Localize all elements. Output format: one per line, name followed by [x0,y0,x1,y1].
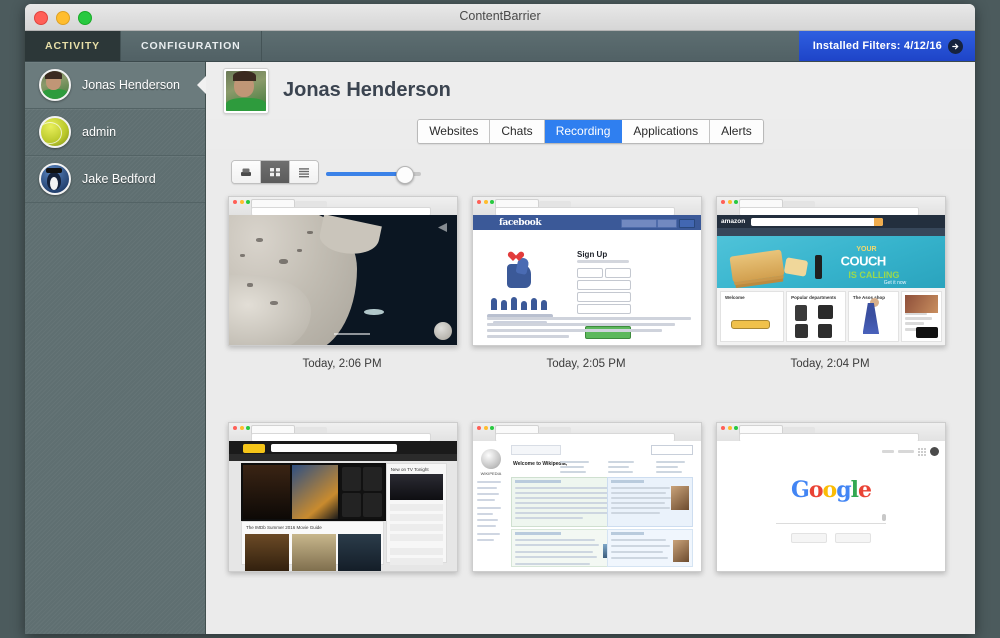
recording-item[interactable]: amazon YOUR COUCH IS CALLING Get it now … [716,196,946,414]
recording-caption: Today, 2:05 PM [546,358,626,370]
browser-chrome [717,423,945,442]
slider-fill [326,172,404,176]
recording-thumbnail[interactable]: Google [716,422,946,572]
page-screenshot: New on TV Tonight The IMDb Summer 2016 M… [229,441,457,571]
tab-applications[interactable]: Applications [622,120,711,143]
view-mode-control [231,160,319,184]
sidebar-item-admin[interactable]: admin [25,109,205,156]
tab-recording[interactable]: Recording [544,120,623,143]
browser-chrome [229,197,457,216]
user-sidebar: Jonas Henderson admin Jake Bedford [25,62,206,634]
content-area: Jonas Henderson Websites Chats Recording… [206,62,975,634]
recordings-grid: Today, 2:06 PM facebook Sign Up Today, 2… [206,190,975,634]
recording-thumbnail[interactable] [228,196,458,346]
page-screenshot: amazon YOUR COUCH IS CALLING Get it now … [717,215,945,345]
window-titlebar: ContentBarrier [25,4,975,31]
google-home-screenshot: Google [717,441,945,571]
amazon-home-screenshot: amazon YOUR COUCH IS CALLING Get it now … [717,215,945,345]
view-toolbar [206,155,975,195]
installed-filters-badge[interactable]: Installed Filters: 4/12/16 [798,31,975,61]
toolbar-tab-configuration[interactable]: CONFIGURATION [121,31,262,61]
browser-chrome [473,423,701,442]
recording-thumbnail[interactable]: facebook Sign Up [472,196,702,346]
page-screenshot: WIKIPEDIA Welcome to Wikipedia, [473,441,701,571]
avatar [39,69,71,101]
amazon-hero-line2: COUCH [840,253,887,269]
window-body: Jonas Henderson admin Jake Bedford Jonas… [25,62,975,634]
amazon-hero-line4: Get it now [883,279,907,286]
recording-caption: Today, 2:06 PM [302,358,382,370]
profile-header: Jonas Henderson [206,62,975,120]
recording-item[interactable]: Today, 2:06 PM [228,196,458,414]
installed-filters-label: Installed Filters: 4/12/16 [812,40,942,52]
recording-item[interactable]: WIKIPEDIA Welcome to Wikipedia, [472,422,702,628]
recording-item[interactable]: New on TV Tonight The IMDb Summer 2016 M… [228,422,458,628]
slider-knob[interactable] [396,166,414,184]
category-tabbar: Websites Chats Recording Applications Al… [206,119,975,149]
imdb-home-screenshot: New on TV Tonight The IMDb Summer 2016 M… [229,441,457,571]
wikipedia-main-page-screenshot: WIKIPEDIA Welcome to Wikipedia, [473,441,701,571]
page-title: Jonas Henderson [283,79,451,101]
recording-item[interactable]: facebook Sign Up Today, 2:05 PM [472,196,702,414]
tab-websites[interactable]: Websites [418,120,491,143]
main-toolbar: ACTIVITY CONFIGURATION Installed Filters… [25,31,975,62]
app-window: ContentBarrier ACTIVITY CONFIGURATION In… [25,4,975,634]
sidebar-item-label: admin [82,125,117,139]
profile-avatar [223,67,269,114]
facebook-logo: facebook [499,218,542,228]
page-screenshot: Google [717,441,945,571]
sidebar-item-jonas-henderson[interactable]: Jonas Henderson [25,62,205,109]
tab-chats[interactable]: Chats [490,120,545,143]
browser-chrome [229,423,457,442]
recording-caption: Today, 2:04 PM [790,358,870,370]
facebook-signup-screenshot: facebook Sign Up [473,215,701,345]
sidebar-item-jake-bedford[interactable]: Jake Bedford [25,156,205,203]
recording-thumbnail[interactable]: New on TV Tonight The IMDb Summer 2016 M… [228,422,458,572]
amazon-logo: amazon [721,218,746,225]
amazon-hero-line1: YOUR [856,246,877,254]
page-screenshot: facebook Sign Up [473,215,701,345]
toolbar-tab-activity[interactable]: ACTIVITY [25,31,122,61]
grid-view-icon[interactable] [261,161,290,183]
google-logo: Google [791,477,872,503]
window-title: ContentBarrier [459,9,541,23]
avatar [39,116,71,148]
arrow-right-circle-icon[interactable] [948,38,963,54]
avatar [39,163,71,195]
sidebar-item-label: Jonas Henderson [82,78,180,92]
tab-alerts[interactable]: Alerts [710,120,763,143]
page-screenshot [229,215,457,345]
browser-chrome [473,197,701,216]
list-view-icon[interactable] [290,161,318,183]
map-satellite-screenshot [229,215,457,345]
coverflow-view-icon[interactable] [232,161,261,183]
category-segmented-control: Websites Chats Recording Applications Al… [417,119,764,144]
screen: ContentBarrier ACTIVITY CONFIGURATION In… [0,0,1000,638]
sidebar-item-label: Jake Bedford [82,172,156,186]
facebook-signup-heading: Sign Up [577,250,608,259]
recording-thumbnail[interactable]: amazon YOUR COUCH IS CALLING Get it now … [716,196,946,346]
browser-chrome [717,197,945,216]
recording-thumbnail[interactable]: WIKIPEDIA Welcome to Wikipedia, [472,422,702,572]
recording-item[interactable]: Google [716,422,946,628]
thumbnail-size-slider[interactable] [326,166,421,184]
